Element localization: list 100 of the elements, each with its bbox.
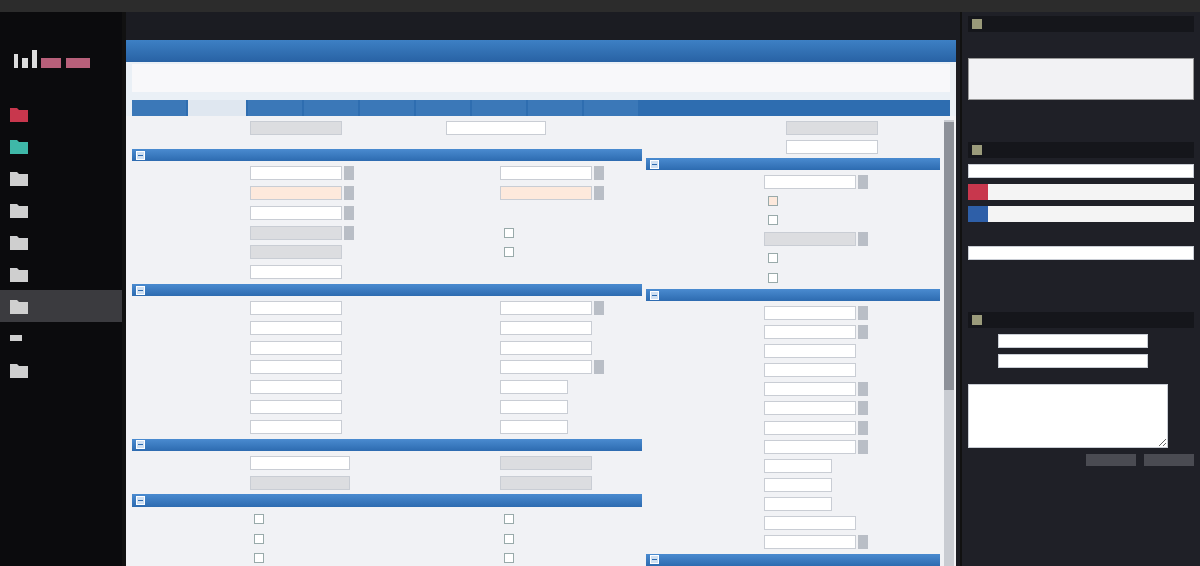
tab[interactable] — [248, 100, 302, 116]
input-field[interactable] — [250, 225, 342, 240]
dropdown-button[interactable] — [344, 166, 354, 181]
button[interactable] — [1144, 454, 1194, 466]
input-field[interactable] — [500, 380, 568, 395]
input-field[interactable] — [764, 232, 856, 247]
input-field[interactable] — [250, 419, 342, 434]
tab[interactable] — [304, 100, 358, 116]
text-area[interactable] — [968, 384, 1168, 448]
input-field[interactable] — [786, 120, 878, 135]
checkbox[interactable] — [254, 533, 264, 544]
dropdown-button[interactable] — [858, 232, 868, 247]
input-field[interactable] — [250, 340, 342, 355]
input-field[interactable] — [764, 344, 856, 358]
input-field[interactable] — [250, 380, 342, 395]
checkbox[interactable] — [768, 272, 778, 283]
tab[interactable] — [584, 100, 638, 116]
input-field[interactable] — [250, 245, 342, 260]
checkbox[interactable] — [254, 553, 264, 564]
input-field[interactable] — [764, 324, 856, 339]
sidebar-item[interactable] — [0, 290, 122, 322]
input-field[interactable] — [500, 320, 592, 335]
checkbox[interactable] — [504, 227, 514, 238]
checkbox[interactable] — [768, 196, 778, 207]
dropdown-button[interactable] — [594, 166, 604, 181]
dropdown-button[interactable] — [344, 205, 354, 220]
input-field[interactable] — [500, 301, 592, 316]
checkbox[interactable] — [768, 253, 778, 264]
input-field[interactable] — [250, 360, 342, 375]
dropdown-button[interactable] — [594, 360, 604, 375]
dropdown-field[interactable] — [998, 354, 1148, 368]
tab[interactable] — [472, 100, 526, 116]
input-field[interactable] — [968, 246, 1194, 260]
input-field[interactable] — [500, 186, 592, 201]
scrollbar[interactable] — [944, 120, 954, 566]
checkbox[interactable] — [254, 513, 264, 524]
input-field[interactable] — [764, 516, 856, 531]
dropdown-button[interactable] — [594, 186, 604, 201]
dropdown-field[interactable] — [998, 334, 1148, 348]
input-field[interactable] — [500, 399, 568, 414]
input-field[interactable] — [764, 401, 856, 416]
input-field[interactable] — [250, 186, 342, 201]
input-field[interactable] — [764, 363, 856, 378]
list-item[interactable] — [968, 206, 1194, 222]
tab[interactable] — [528, 100, 582, 116]
tab[interactable] — [188, 100, 246, 116]
section-header[interactable] — [646, 289, 940, 302]
checkbox[interactable] — [768, 215, 778, 226]
input-field[interactable] — [250, 455, 350, 470]
section-header[interactable] — [132, 283, 642, 297]
input-field[interactable] — [764, 305, 856, 320]
input-field[interactable] — [764, 420, 856, 435]
input-field[interactable] — [500, 360, 592, 375]
dropdown-button[interactable] — [858, 305, 868, 320]
section-header[interactable] — [132, 438, 642, 451]
input-field[interactable] — [764, 535, 856, 550]
input-field[interactable] — [446, 120, 546, 135]
input-field[interactable] — [500, 166, 592, 181]
dropdown-button[interactable] — [344, 186, 354, 201]
input-field[interactable] — [764, 497, 832, 511]
input-field[interactable] — [764, 439, 856, 454]
input-field[interactable] — [764, 458, 832, 473]
input-field[interactable] — [250, 320, 342, 335]
input-field[interactable] — [250, 166, 342, 181]
input-field[interactable] — [250, 301, 342, 316]
section-header[interactable] — [646, 158, 940, 171]
checkbox[interactable] — [504, 553, 514, 564]
dropdown-button[interactable] — [858, 535, 868, 550]
input-field[interactable] — [500, 340, 592, 355]
checkbox[interactable] — [504, 533, 514, 544]
tab[interactable] — [360, 100, 414, 116]
button[interactable] — [1086, 454, 1136, 466]
input-field[interactable] — [500, 455, 592, 470]
input-field[interactable] — [786, 139, 878, 154]
checkbox[interactable] — [504, 513, 514, 524]
input-field[interactable] — [250, 399, 342, 414]
input-field[interactable] — [500, 419, 568, 434]
dropdown-button[interactable] — [858, 401, 868, 416]
input-field[interactable] — [764, 382, 856, 397]
section-header[interactable] — [132, 149, 642, 162]
dropdown-button[interactable] — [858, 439, 868, 454]
input-field[interactable] — [764, 174, 856, 189]
dropdown-button[interactable] — [594, 301, 604, 316]
section-header[interactable] — [646, 553, 940, 566]
input-field[interactable] — [764, 477, 832, 492]
checkbox[interactable] — [504, 247, 514, 258]
input-field[interactable] — [250, 120, 342, 135]
dropdown-button[interactable] — [344, 225, 354, 240]
dropdown-button[interactable] — [858, 420, 868, 435]
dropdown-button[interactable] — [858, 324, 868, 339]
list-item[interactable] — [968, 184, 1194, 200]
input-field[interactable] — [250, 475, 350, 490]
input-field[interactable] — [500, 475, 592, 490]
input-field[interactable] — [250, 205, 342, 220]
input-field[interactable] — [250, 265, 342, 279]
dropdown-button[interactable] — [858, 174, 868, 189]
dropdown-button[interactable] — [858, 382, 868, 397]
search-field[interactable] — [968, 164, 1194, 178]
tab[interactable] — [416, 100, 470, 116]
tab[interactable] — [132, 100, 186, 116]
